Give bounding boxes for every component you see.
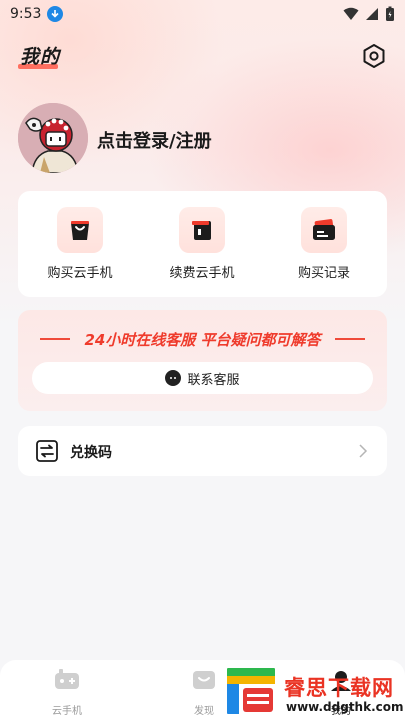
chat-bubble-icon [165, 370, 182, 386]
cloud-phone-icon [55, 669, 79, 689]
status-bar: 9:53 [0, 0, 405, 28]
page-title: 我的 [20, 46, 61, 68]
settings-hexagon-icon [363, 44, 385, 68]
shopping-bag-icon [57, 207, 103, 253]
exchange-icon [36, 440, 58, 462]
redeem-code-label: 兑换码 [70, 445, 112, 461]
login-register-link[interactable]: 点击登录/注册 [97, 127, 212, 153]
customer-service-card: 24小时在线客服 平台疑问都可解答 联系客服 [18, 310, 387, 411]
battery-icon [386, 6, 394, 21]
tab-cloud-phone-label: 云手机 [52, 706, 82, 717]
watermark-logo [225, 666, 277, 716]
renew-cloud-phone-button[interactable]: 续费云手机 [152, 207, 252, 281]
download-notification-icon [47, 6, 64, 22]
page-header: 我的 [0, 38, 405, 74]
watermark-text: 睿思下载网 [284, 676, 394, 700]
avatar-character-icon [18, 103, 88, 173]
wallet-card-icon [301, 207, 347, 253]
contact-support-button[interactable]: 联系客服 [32, 362, 373, 394]
purchase-records-label: 购买记录 [297, 266, 350, 281]
signal-icon [366, 8, 378, 20]
discover-icon [193, 671, 215, 689]
contact-support-label: 联系客服 [187, 372, 240, 388]
profile-section[interactable]: 点击登录/注册 [18, 103, 388, 175]
renew-cloud-phone-label: 续费云手机 [169, 266, 235, 281]
status-time: 9:53 [10, 6, 42, 22]
tab-cloud-phone[interactable]: 云手机 [32, 668, 102, 717]
watermark-url: www.ddgthk.com [286, 700, 404, 714]
buy-cloud-phone-label: 购买云手机 [47, 266, 113, 281]
avatar[interactable] [18, 103, 88, 173]
purchase-records-button[interactable]: 购买记录 [274, 207, 374, 281]
chevron-right-icon [359, 444, 368, 458]
redeem-code-row[interactable]: 兑换码 [18, 426, 387, 476]
wifi-icon [343, 7, 359, 20]
renew-book-icon [179, 207, 225, 253]
quick-actions-card: 购买云手机 续费云手机 购买记录 [18, 191, 387, 297]
buy-cloud-phone-button[interactable]: 购买云手机 [30, 207, 130, 281]
service-slogan: 24小时在线客服 平台疑问都可解答 [84, 331, 321, 349]
settings-button[interactable] [360, 42, 388, 70]
